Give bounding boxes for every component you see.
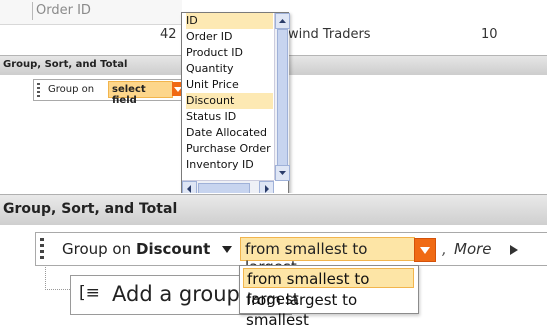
field-option[interactable]: Discount [186,93,273,109]
field-option[interactable]: Quantity [186,61,273,77]
select-field-dropdown[interactable]: select field [108,81,173,106]
drag-handle[interactable] [40,238,44,260]
group-on-label: Group on [62,240,132,258]
customer-cell[interactable]: wind Traders [288,27,371,42]
scroll-left-icon[interactable] [182,181,197,193]
field-option[interactable]: Order ID [186,29,273,45]
panel-title: Group, Sort, and Total [3,59,128,70]
add-group-label: Add a group [112,282,240,306]
field-option[interactable]: Product ID [186,45,273,61]
scroll-up-icon[interactable] [275,13,290,29]
field-list-dropdown[interactable]: ID Order ID Product ID Quantity Unit Pri… [181,12,290,193]
field-option[interactable]: Date Allocated [186,125,273,141]
field-option[interactable]: Unit Price [186,77,273,93]
add-group-icon: [≡ [79,283,100,303]
column-divider [32,2,33,20]
chevron-down-icon[interactable] [222,246,232,253]
scroll-down-icon[interactable] [275,165,290,181]
field-option[interactable]: ID [186,13,273,29]
top-screenshot: Order ID 42 wind Traders 10 Group, Sort,… [0,0,547,193]
vertical-scrollbar[interactable] [274,13,290,181]
horizontal-scrollbar[interactable] [182,180,274,193]
group-on-row[interactable]: Group on select field [33,79,188,106]
field-option[interactable]: Status ID [186,109,273,125]
separator: , [442,240,447,258]
scroll-right-icon[interactable] [259,181,274,193]
group-on-row[interactable]: Group on Discount from smallest to large… [35,232,547,276]
panel-title: Group, Sort, and Total [3,201,178,217]
drag-handle[interactable] [37,83,40,97]
sort-order-menu[interactable]: from smallest to largest from largest to… [239,265,419,329]
group-field-dropdown[interactable]: Discount [136,240,210,258]
field-option[interactable]: Inventory ID [186,157,273,173]
group-on-label: Group on [48,84,95,95]
triangle-right-icon[interactable] [510,245,518,255]
sort-option[interactable]: from smallest to largest [243,268,414,308]
scrollbar-thumb[interactable] [277,29,288,166]
order-id-cell[interactable]: 42 [160,27,177,42]
sort-option[interactable]: from largest to smallest [243,290,414,329]
more-options-link[interactable]: More [454,240,492,258]
quantity-cell[interactable]: 10 [481,27,498,42]
group-sort-total-header: Group, Sort, and Total [0,194,547,226]
scrollbar-thumb[interactable] [198,183,250,193]
field-option[interactable]: Purchase Order I [186,141,273,157]
chevron-down-icon[interactable] [414,238,436,262]
sort-order-dropdown[interactable]: from smallest to largest [240,237,415,276]
datasheet-header: Order ID [0,0,182,25]
select-field-label: select field [112,84,146,106]
order-id-column-header[interactable]: Order ID [36,3,91,18]
